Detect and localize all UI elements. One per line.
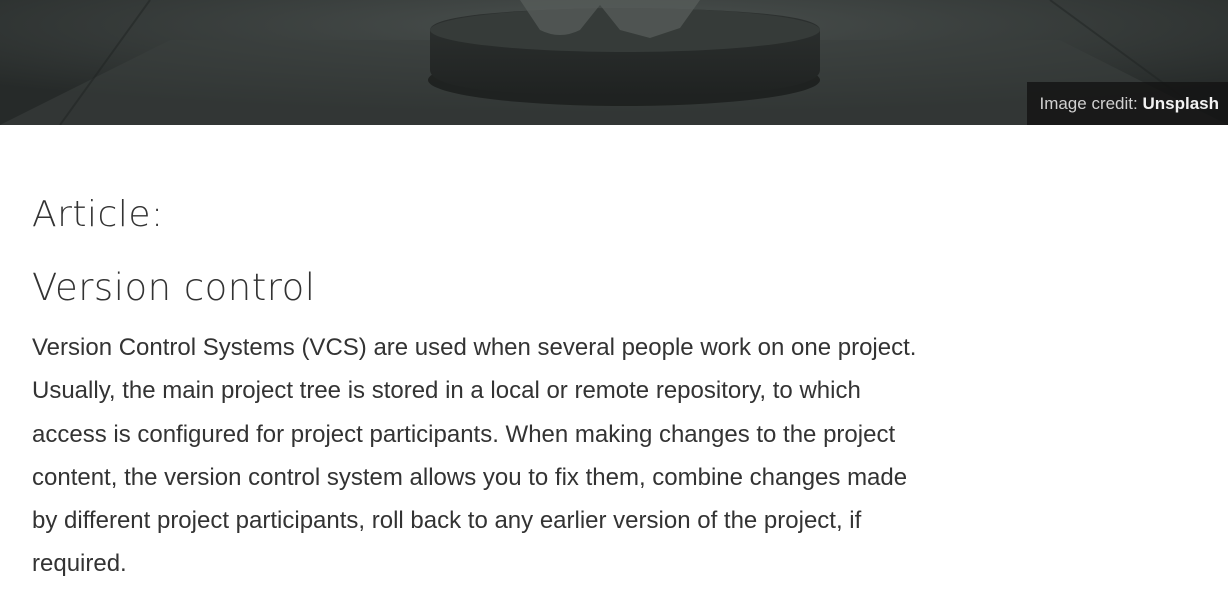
article-title: Version control — [32, 266, 316, 309]
image-credit-link[interactable]: Unsplash — [1142, 94, 1219, 113]
hero-image: Image credit: Unsplash — [0, 0, 1228, 125]
article-body: Version Control Systems (VCS) are used w… — [32, 334, 917, 578]
image-credit: Image credit: Unsplash — [1027, 82, 1228, 125]
article-eyebrow: Article: — [32, 194, 164, 235]
image-credit-prefix: Image credit: — [1039, 94, 1143, 113]
article-content: Article: Version control Version Control… — [32, 125, 932, 586]
